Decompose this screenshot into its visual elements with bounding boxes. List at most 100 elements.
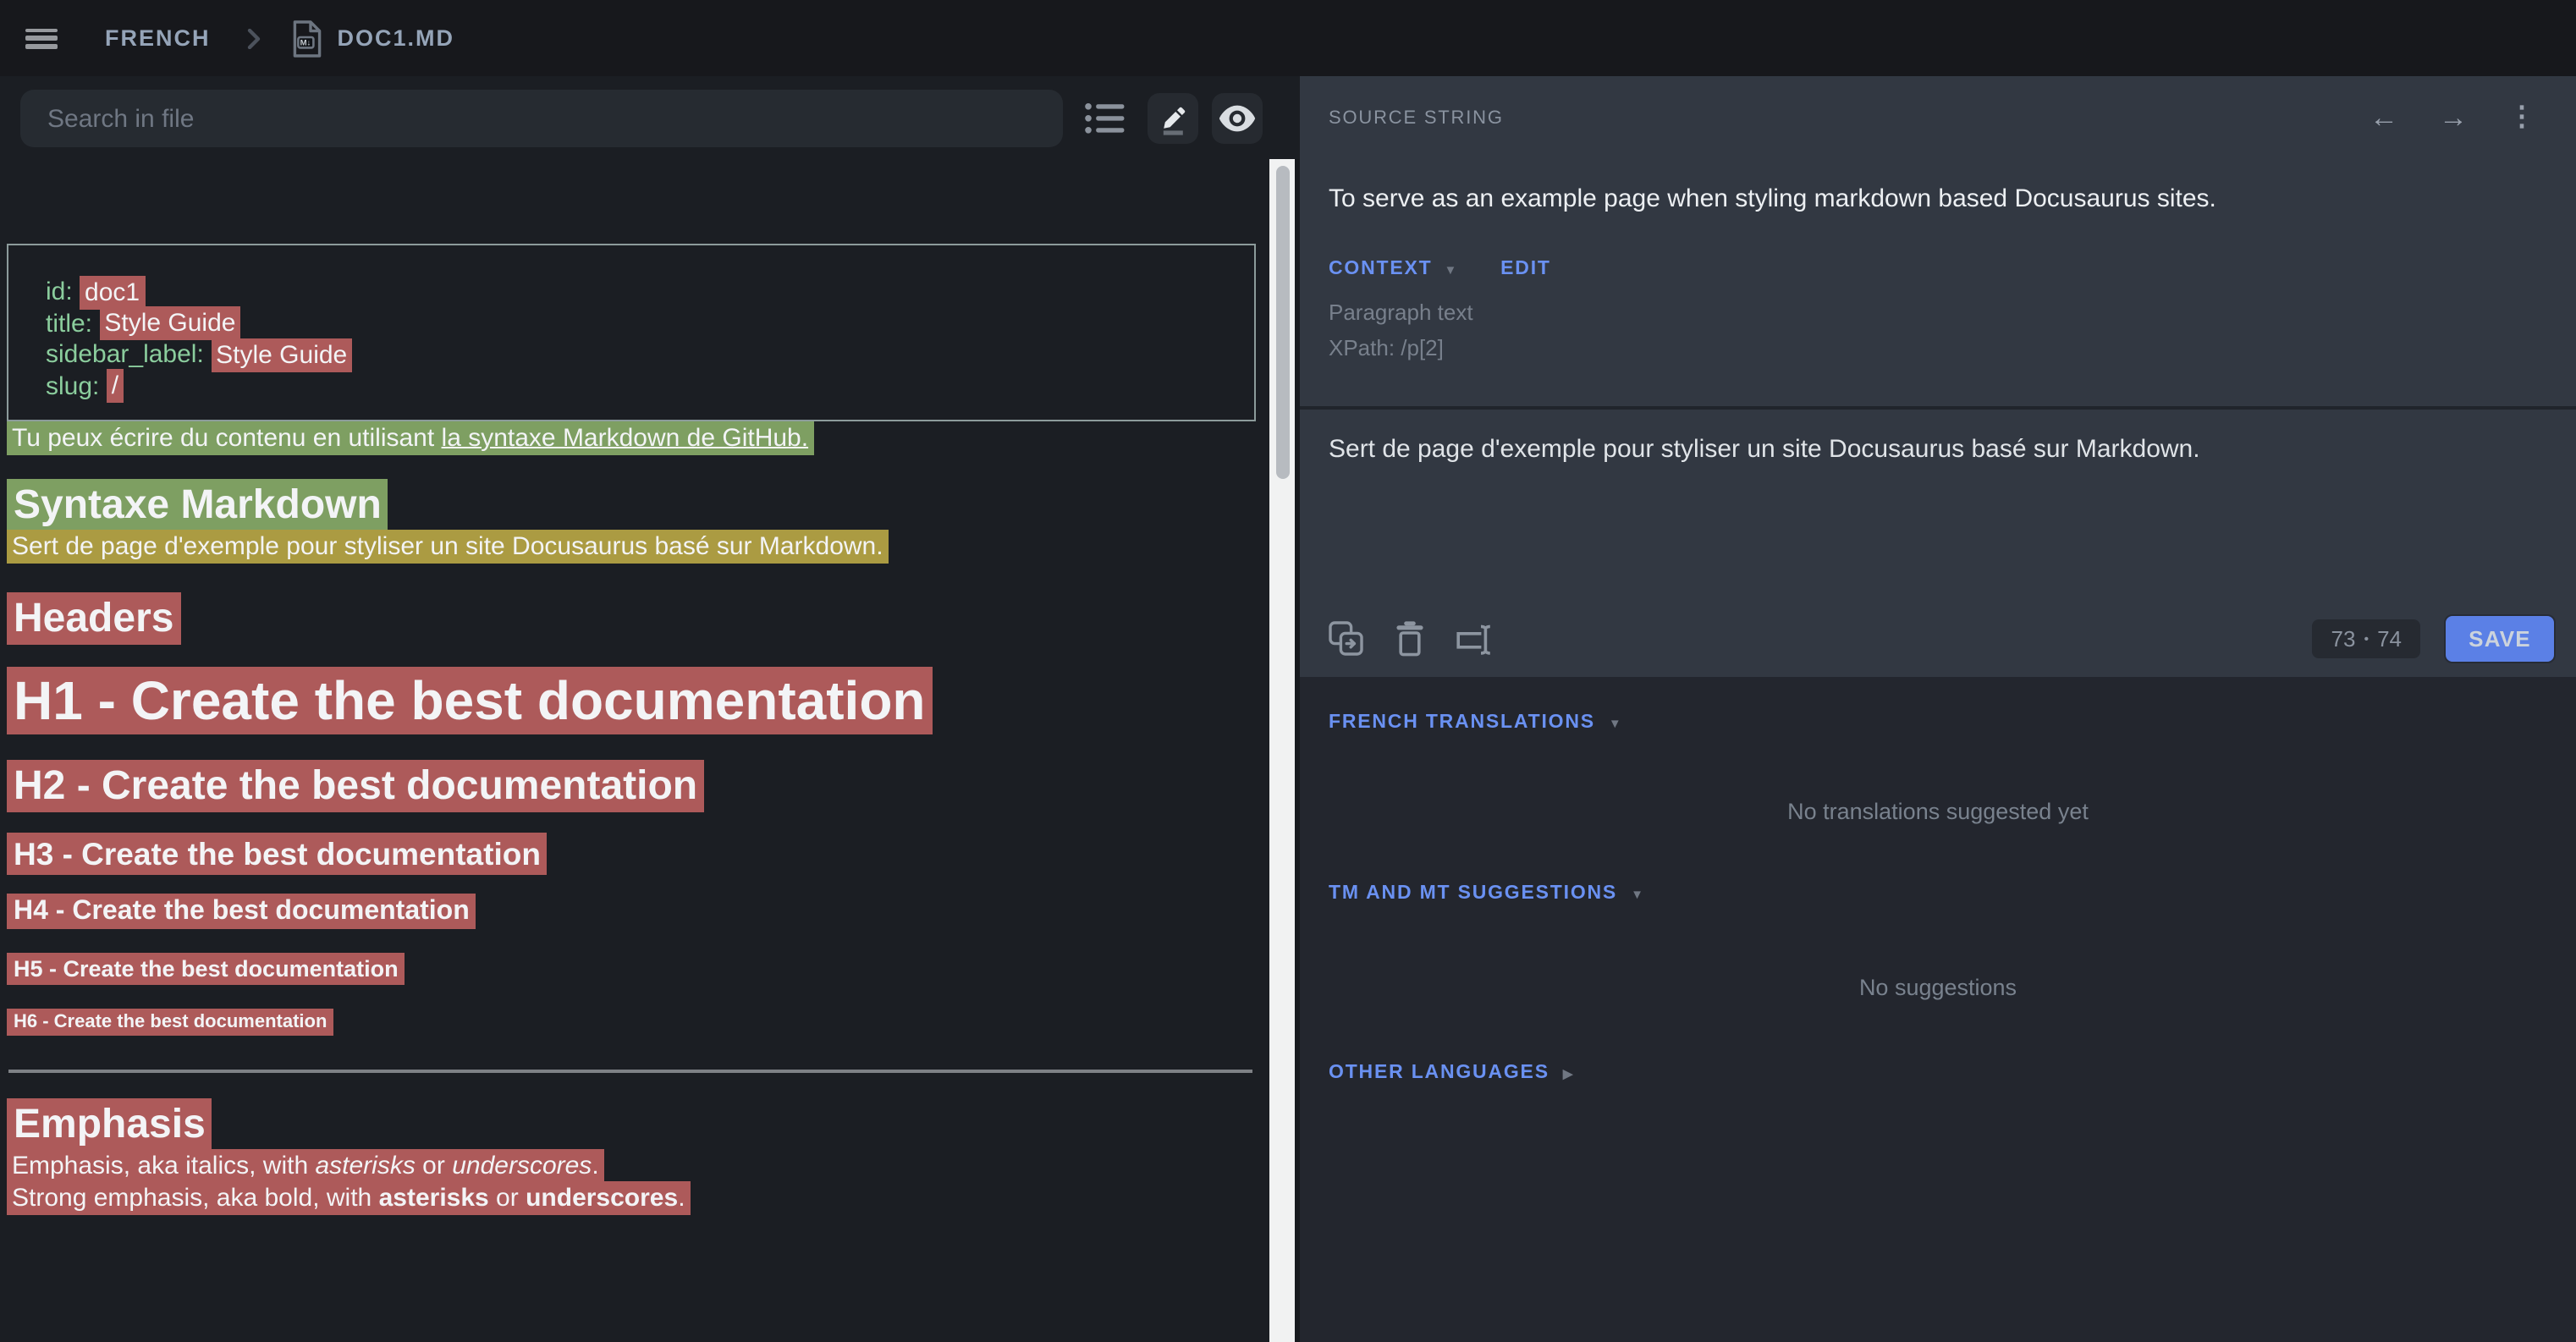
edit-context-button[interactable]: EDIT <box>1500 259 1551 279</box>
strong-mid: or <box>489 1184 526 1213</box>
frontmatter-key: sidebar_label: <box>46 340 211 369</box>
untranslated-string[interactable]: Emphasis, aka italics, with asterisks or… <box>7 1149 604 1183</box>
editor-action-icons <box>1329 621 1493 657</box>
edit-mode-button[interactable] <box>1148 93 1198 144</box>
translations-empty-text: No translations suggested yet <box>1329 797 2547 826</box>
untranslated-string[interactable]: H5 - Create the best documentation <box>7 954 405 986</box>
breadcrumb-file[interactable]: DOC1.MD <box>338 25 455 51</box>
paragraph-active: Sert de page d'exemple pour styliser un … <box>7 531 1256 563</box>
other-languages-header[interactable]: OTHER LANGUAGES ▶ <box>1329 1063 1574 1083</box>
untranslated-string[interactable]: H3 - Create the best documentation <box>7 833 548 876</box>
translation-editor-section: Sert de page d'exemple pour styliser un … <box>1300 406 2576 677</box>
untranslated-string[interactable]: H1 - Create the best documentation <box>7 668 933 735</box>
translated-string[interactable]: Tu peux écrire du contenu en utilisant l… <box>7 421 813 455</box>
save-button[interactable]: SAVE <box>2444 614 2556 663</box>
untranslated-string[interactable]: H4 - Create the best documentation <box>7 894 476 930</box>
string-navigation: ← → ⋮ <box>2370 103 2535 132</box>
previous-string-button[interactable]: ← <box>2370 103 2398 132</box>
pencil-icon <box>1158 102 1188 135</box>
file-preview-panel: id: doc1 title: Style Guide sidebar_labe… <box>0 76 1269 1342</box>
untranslated-string[interactable]: H6 - Create the best documentation <box>7 1009 333 1037</box>
frontmatter-value-string[interactable]: Style Guide <box>99 306 240 340</box>
frontmatter-line: id: doc1 <box>46 278 1217 309</box>
frontmatter-key: id: <box>46 278 80 306</box>
paragraph-intro: Tu peux écrire du contenu en utilisant l… <box>7 422 1256 454</box>
translation-input[interactable]: Sert de page d'exemple pour styliser un … <box>1329 433 2542 465</box>
document-preview: id: doc1 title: Style Guide sidebar_labe… <box>0 234 1269 1342</box>
frontmatter-key: slug: <box>46 372 107 401</box>
context-collapse-icon[interactable]: ▼ <box>1445 261 1459 277</box>
trash-icon <box>1395 621 1425 657</box>
frontmatter-key: title: <box>46 309 99 338</box>
frontmatter-value-string[interactable]: / <box>107 370 124 404</box>
character-count-badge: 73 • 74 <box>2313 619 2421 658</box>
preview-mode-button[interactable] <box>1212 93 1263 144</box>
source-string-label: SOURCE STRING <box>1329 107 1504 128</box>
eye-icon <box>1219 105 1256 132</box>
expand-icon: ▶ <box>1563 1065 1574 1081</box>
source-char-count: 73 <box>2331 626 2356 652</box>
context-row: CONTEXT ▼ EDIT <box>1329 259 2535 279</box>
untranslated-string[interactable]: Emphasis <box>7 1099 212 1152</box>
frontmatter-value-string[interactable]: Style Guide <box>211 338 352 371</box>
next-string-button[interactable]: → <box>2439 103 2468 132</box>
text-selection-button[interactable] <box>1456 622 1493 656</box>
breadcrumb-project[interactable]: FRENCH <box>105 25 211 51</box>
other-languages-label: OTHER LANGUAGES <box>1329 1063 1549 1083</box>
strong-pre: Strong emphasis, aka bold, with <box>12 1184 379 1213</box>
count-separator: • <box>2364 632 2369 646</box>
untranslated-string[interactable]: H2 - Create the best documentation <box>7 761 704 813</box>
intro-text: Tu peux écrire du contenu en utilisant <box>12 424 442 453</box>
search-input[interactable] <box>20 90 1063 147</box>
french-translations-header[interactable]: FRENCH TRANSLATIONS ▼ <box>1329 712 1623 733</box>
french-translations-label: FRENCH TRANSLATIONS <box>1329 712 1595 733</box>
untranslated-string[interactable]: Strong emphasis, aka bold, with asterisk… <box>7 1181 691 1215</box>
preview-scrollbar[interactable] <box>1269 159 1295 1342</box>
string-list-view-button[interactable] <box>1080 93 1131 144</box>
select-text-icon <box>1456 622 1493 656</box>
github-markdown-link[interactable]: la syntaxe Markdown de GitHub. <box>442 424 809 453</box>
delete-translation-button[interactable] <box>1395 621 1425 657</box>
active-string[interactable]: Sert de page d'exemple pour styliser un … <box>7 530 889 564</box>
editor-toolbar: 73 • 74 SAVE <box>1329 614 2556 663</box>
top-bar: FRENCH M↓ DOC1.MD <box>0 0 2576 76</box>
svg-text:M↓: M↓ <box>300 38 311 47</box>
collapse-icon: ▼ <box>1631 886 1645 901</box>
markdown-file-icon: M↓ <box>294 19 322 57</box>
app-window: FRENCH M↓ DOC1.MD <box>0 0 2576 1342</box>
heading-syntaxe-markdown: Syntaxe Markdown <box>7 483 1256 531</box>
heading-h5-example: H5 - Create the best documentation <box>7 957 1256 982</box>
untranslated-string[interactable]: Headers <box>7 593 180 646</box>
heading-h3-example: H3 - Create the best documentation <box>7 837 1256 874</box>
frontmatter-line: title: Style Guide <box>46 309 1217 340</box>
emphasis-end: . <box>592 1152 598 1180</box>
more-options-button[interactable]: ⋮ <box>2508 104 2535 131</box>
translation-char-count: 74 <box>2377 626 2402 652</box>
tm-mt-suggestions-label: TM AND MT SUGGESTIONS <box>1329 883 1617 904</box>
paragraph-strong: Strong emphasis, aka bold, with asterisk… <box>7 1182 1256 1214</box>
collapse-icon: ▼ <box>1609 715 1623 730</box>
tm-mt-suggestions-header[interactable]: TM AND MT SUGGESTIONS ▼ <box>1329 883 1645 904</box>
horizontal-rule <box>8 1070 1252 1074</box>
frontmatter-value-string[interactable]: doc1 <box>80 275 145 309</box>
source-string-header-row: SOURCE STRING ← → ⋮ <box>1329 76 2535 132</box>
frontmatter-line: slug: / <box>46 372 1217 404</box>
hamburger-menu-icon[interactable] <box>25 28 58 48</box>
emphasis-italic: underscores <box>452 1152 592 1180</box>
scrollbar-thumb[interactable] <box>1275 166 1289 479</box>
suggestions-section: FRENCH TRANSLATIONS ▼ No translations su… <box>1300 712 2576 1083</box>
translated-string[interactable]: Syntaxe Markdown <box>7 480 388 532</box>
frontmatter-block: id: doc1 title: Style Guide sidebar_labe… <box>7 244 1256 422</box>
list-view-icon <box>1085 102 1126 135</box>
translation-panel: SOURCE STRING ← → ⋮ To serve as an examp… <box>1300 76 2576 1342</box>
emphasis-pre: Emphasis, aka italics, with <box>12 1152 315 1180</box>
strong-end: . <box>678 1184 685 1213</box>
copy-source-button[interactable] <box>1329 621 1364 657</box>
paragraph-emphasis: Emphasis, aka italics, with asterisks or… <box>7 1150 1256 1182</box>
strong-bold: asterisks <box>379 1184 489 1213</box>
context-toggle[interactable]: CONTEXT <box>1329 259 1433 279</box>
emphasis-italic: asterisks <box>315 1152 415 1180</box>
heading-h1-example: H1 - Create the best documentation <box>7 671 1256 734</box>
context-type-text: Paragraph text <box>1329 300 2535 325</box>
heading-emphasis: Emphasis <box>7 1103 1256 1150</box>
